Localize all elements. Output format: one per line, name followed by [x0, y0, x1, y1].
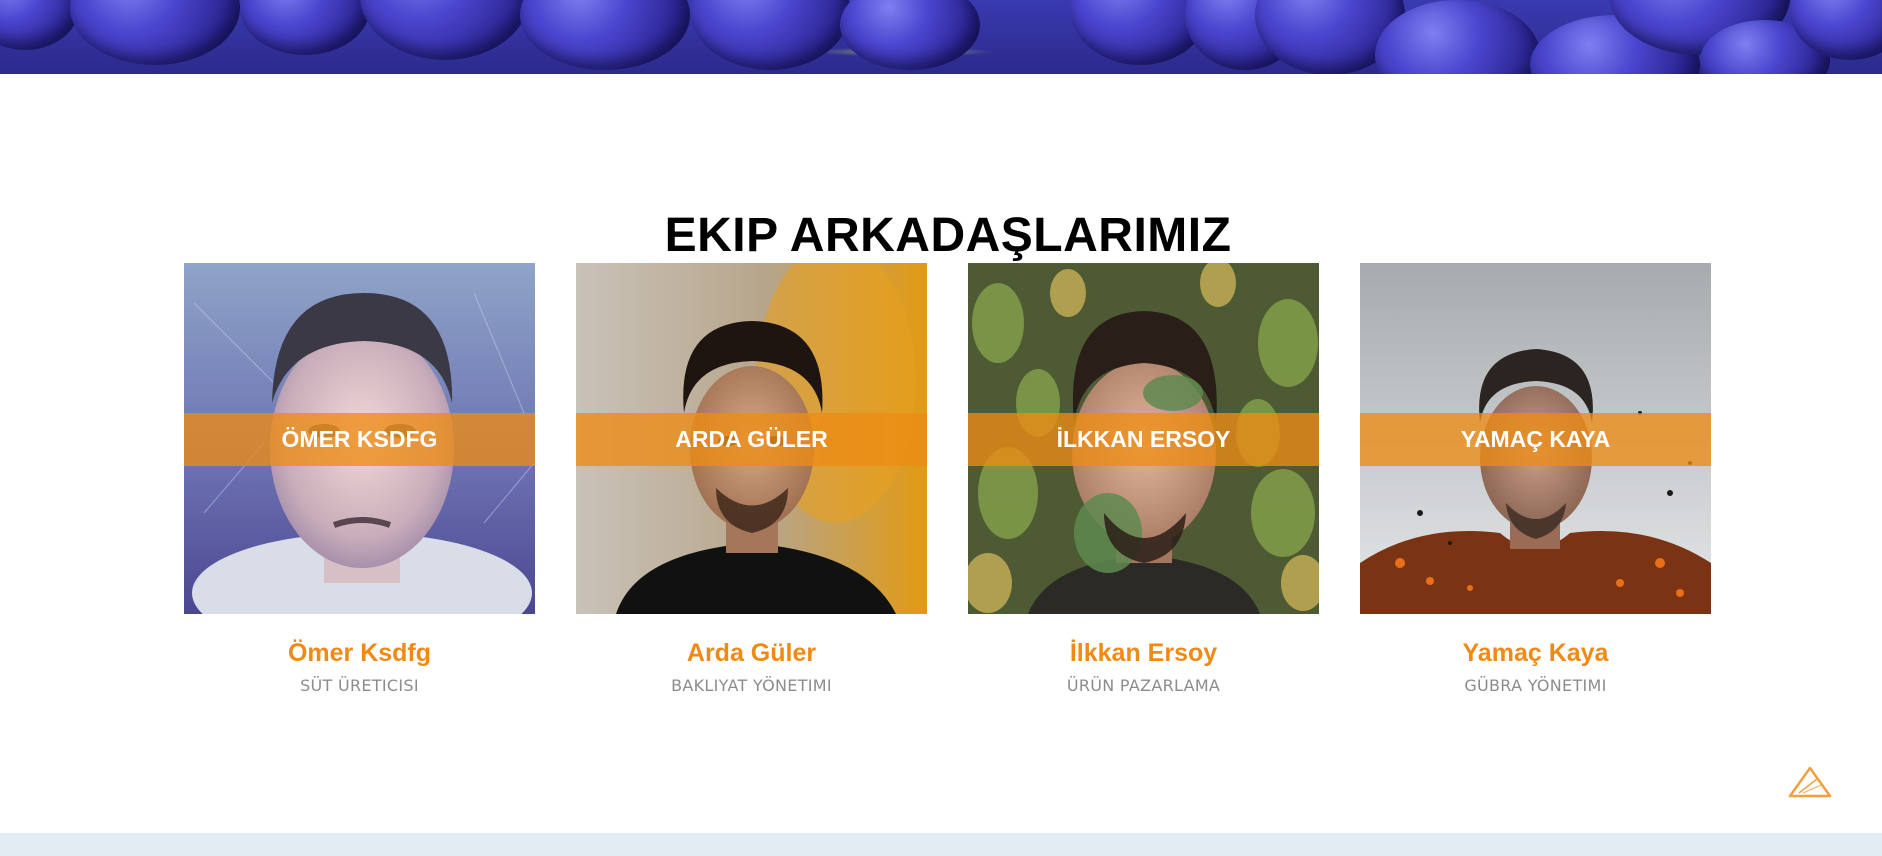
photo-name-band: İLKKAN ERSOY: [968, 413, 1319, 466]
team-card[interactable]: YAMAÇ KAYA Yamaç Kaya GÜBRA YÖNETIMI: [1360, 263, 1711, 695]
member-role: ÜRÜN PAZARLAMA: [1066, 676, 1221, 695]
scroll-to-top-button[interactable]: [1787, 765, 1833, 801]
team-card[interactable]: ÖMER KSDFG Ömer Ksdfg SÜT ÜRETICISI: [184, 263, 535, 695]
team-card[interactable]: İLKKAN ERSOY İlkkan Ersoy ÜRÜN PAZARLAMA: [968, 263, 1319, 695]
triangle-up-icon: [1788, 766, 1832, 798]
photo-name-band: ARDA GÜLER: [576, 413, 927, 466]
photo-name-band: ÖMER KSDFG: [184, 413, 535, 466]
team-card[interactable]: ARDA GÜLER Arda Güler BAKLIYAT YÖNETIMI: [576, 263, 927, 695]
member-name: Arda Güler: [686, 639, 817, 667]
team-member-photo: ÖMER KSDFG: [184, 263, 535, 614]
member-name: İlkkan Ersoy: [1069, 639, 1218, 667]
member-name: Yamaç Kaya: [1462, 639, 1609, 667]
team-member-photo: YAMAÇ KAYA: [1360, 263, 1711, 614]
page: EKIP ARKADAŞLARIMIZ ÖMER KSDFG Ömer Ksdf…: [0, 0, 1882, 856]
team-member-photo: İLKKAN ERSOY: [968, 263, 1319, 614]
photo-name-band: YAMAÇ KAYA: [1360, 413, 1711, 466]
section-title: EKIP ARKADAŞLARIMIZ: [664, 209, 1232, 262]
member-role: SÜT ÜRETICISI: [300, 676, 419, 695]
member-name: Ömer Ksdfg: [287, 639, 432, 667]
footer-strip: [0, 833, 1882, 856]
team-member-photo: ARDA GÜLER: [576, 263, 927, 614]
team-grid: ÖMER KSDFG Ömer Ksdfg SÜT ÜRETICISI ARDA…: [0, 263, 1882, 703]
header-banner-image: [0, 0, 1882, 74]
member-role: BAKLIYAT YÖNETIMI: [671, 676, 832, 695]
member-role: GÜBRA YÖNETIMI: [1464, 676, 1607, 695]
